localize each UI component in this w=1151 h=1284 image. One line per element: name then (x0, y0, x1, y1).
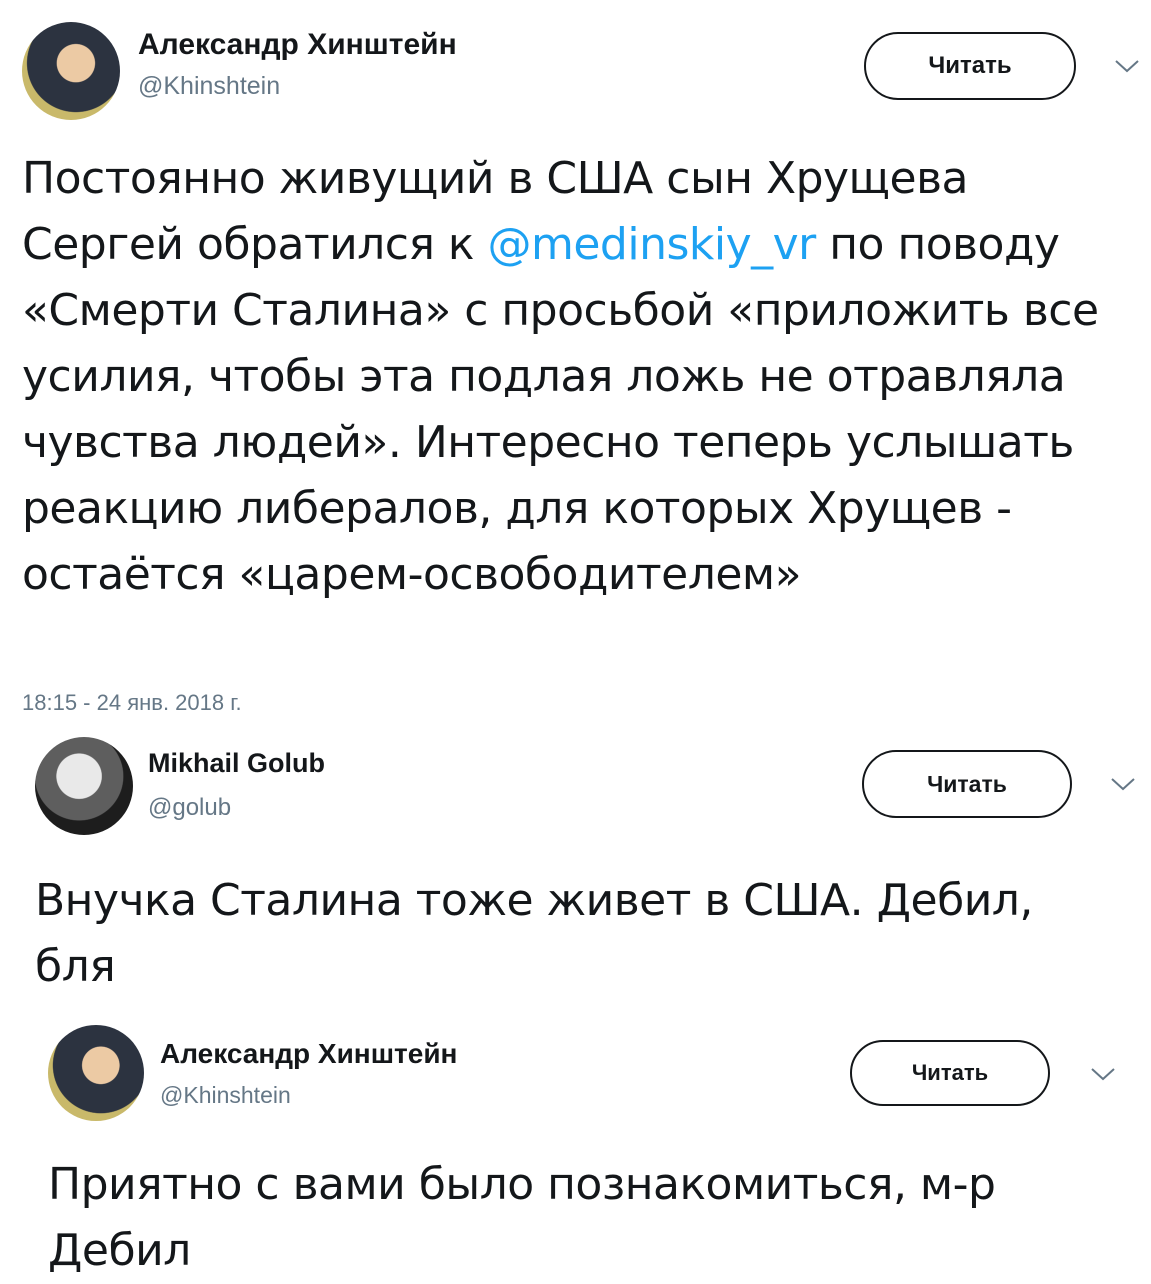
chevron-down-icon[interactable] (1108, 774, 1138, 794)
chevron-down-icon[interactable] (1088, 1064, 1118, 1084)
timestamp[interactable]: 18:15 - 24 янв. 2018 г. (22, 690, 242, 716)
tweet-text: Приятно с вами было познакомиться, м-р Д… (48, 1159, 996, 1276)
author-handle[interactable]: @Khinshtein (138, 72, 280, 101)
avatar[interactable] (35, 737, 133, 835)
avatar[interactable] (48, 1025, 144, 1121)
tweet-text-after: по поводу «Смерти Сталина» с просьбой «п… (22, 219, 1099, 600)
tweet-text: Постоянно живущий в США сын Хрущева Серг… (22, 146, 1132, 608)
tweet-text: Внучка Сталина тоже живет в США. Дебил, … (35, 875, 1033, 992)
mention-link[interactable]: @medinskiy_vr (488, 219, 817, 270)
follow-button[interactable]: Читать (862, 750, 1072, 818)
avatar[interactable] (22, 22, 120, 120)
author-name[interactable]: Александр Хинштейн (160, 1038, 457, 1070)
follow-button[interactable]: Читать (864, 32, 1076, 100)
author-name[interactable]: Mikhail Golub (148, 748, 325, 779)
author-handle[interactable]: @Khinshtein (160, 1082, 291, 1109)
author-name[interactable]: Александр Хинштейн (138, 28, 457, 62)
chevron-down-icon[interactable] (1112, 56, 1142, 76)
author-handle[interactable]: @golub (148, 794, 231, 822)
follow-button[interactable]: Читать (850, 1040, 1050, 1106)
